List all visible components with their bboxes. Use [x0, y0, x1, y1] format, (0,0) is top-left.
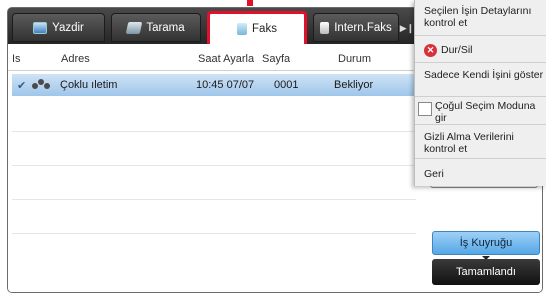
menu-item-hidden-data[interactable]: Gizli Alma Verilerini kontrol et: [415, 126, 546, 159]
menu-item-stop-label: Dur/Sil: [441, 44, 473, 56]
completed-button[interactable]: Tamamlandı: [432, 259, 540, 285]
column-address: Adres: [61, 53, 90, 65]
tab-fax-label: Faks: [252, 23, 277, 35]
tab-print-label: Yazdir: [52, 21, 84, 34]
tab-internet-fax-label: Intern.Faks: [334, 21, 392, 34]
empty-row-divider: [12, 131, 416, 132]
menu-item-check-details[interactable]: Seçilen İşin Detaylarını kontrol et: [415, 0, 546, 36]
column-pages: Sayfa: [262, 53, 291, 65]
menu-item-multi-label: Çoğul Seçim Moduna gir: [435, 100, 536, 124]
menu-item-back[interactable]: Geri: [415, 160, 546, 186]
broadcast-icon: [32, 79, 52, 91]
fax-icon: [237, 23, 248, 35]
job-list: Is Adres Saat Ayarla Sayfa Durum ✔ Çoklu…: [8, 45, 416, 292]
scanner-icon: [126, 21, 143, 34]
completed-label: Tamamlandı: [456, 266, 516, 278]
printer-icon: [33, 21, 48, 34]
table-row[interactable]: ✔ Çoklu ıletim 10:45 07/07 0001 Bekliyor: [12, 74, 416, 96]
job-address: Çoklu ıletim: [60, 79, 118, 91]
empty-row-divider: [12, 199, 416, 200]
column-status: Is: [12, 53, 21, 65]
selected-check-icon: ✔: [17, 80, 27, 92]
empty-row-divider: [12, 233, 416, 234]
internet-fax-icon: [320, 21, 330, 34]
empty-row-divider: [12, 165, 416, 166]
tab-scan[interactable]: Tarama: [111, 13, 201, 42]
menu-item-multi-select[interactable]: Çoğul Seçim Moduna gir: [415, 98, 546, 125]
action-menu: Seçilen İşin Detaylarını kontrol et ✕ Du…: [414, 0, 546, 186]
column-time: Saat Ayarla: [198, 53, 255, 65]
more-tabs-arrow-icon[interactable]: ▶❙: [400, 21, 414, 35]
checkbox-icon: [418, 102, 432, 116]
menu-item-own-jobs[interactable]: Sadece Kendi İşini göster: [415, 64, 546, 97]
tab-fax[interactable]: Faks: [207, 11, 307, 44]
job-state: Bekliyor: [334, 79, 374, 91]
job-queue-label: İş Kuyruğu: [459, 237, 513, 249]
tab-internet-fax[interactable]: Intern.Faks: [313, 13, 399, 42]
tab-print[interactable]: Yazdir: [12, 13, 105, 42]
job-time: 10:45 07/07: [196, 79, 255, 91]
job-list-header: Is Adres Saat Ayarla Sayfa Durum: [8, 45, 416, 71]
stop-icon: ✕: [424, 44, 437, 57]
job-queue-button[interactable]: İş Kuyruğu: [432, 231, 540, 255]
column-state: Durum: [338, 53, 372, 65]
job-pages: 0001: [274, 79, 299, 91]
fax-tab-pointer: [247, 0, 253, 6]
tab-scan-label: Tarama: [146, 21, 185, 34]
menu-item-stop-delete[interactable]: ✕ Dur/Sil: [415, 37, 546, 63]
